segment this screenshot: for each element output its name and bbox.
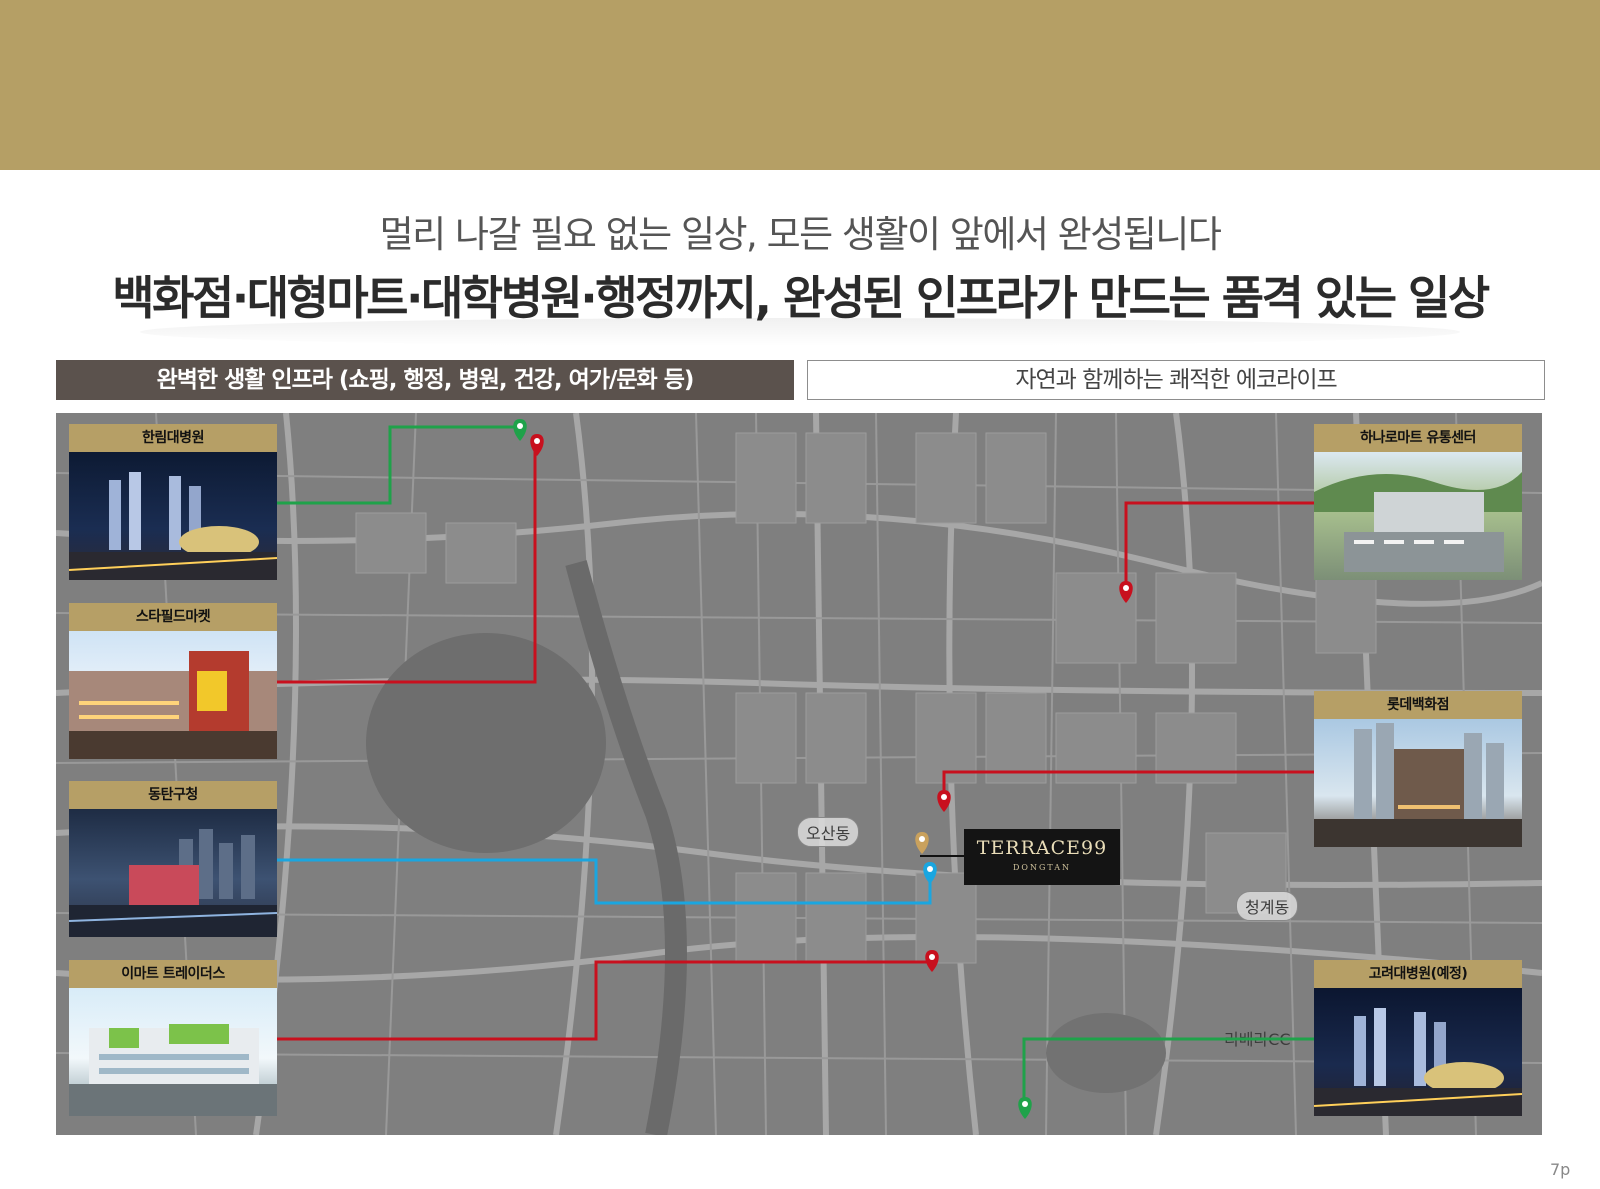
tab-eco-life[interactable]: 자연과 함께하는 쾌적한 에코라이프 [807, 360, 1545, 400]
card-label: 이마트 트레이더스 [69, 960, 277, 988]
card-label: 하나로마트 유통센터 [1314, 424, 1522, 452]
korea-univ-photo [1314, 988, 1522, 1116]
card-label: 롯데백화점 [1314, 691, 1522, 719]
card-emart-traders[interactable]: 이마트 트레이더스 [69, 960, 277, 1116]
tab-living-infra[interactable]: 완벽한 생활 인프라 (쇼핑, 행정, 병원, 건강, 여가/문화 등) [56, 360, 794, 400]
top-banner [0, 0, 1600, 170]
card-dongtan-office[interactable]: 동탄구청 [69, 781, 277, 937]
hallym-photo [69, 452, 277, 580]
starfield-photo [69, 631, 277, 759]
card-lotte-department[interactable]: 롯데백화점 [1314, 691, 1522, 847]
terrace99-marker: TERRACE99 DONGTAN [964, 829, 1120, 885]
dongtan-office-photo [69, 809, 277, 937]
card-label: 동탄구청 [69, 781, 277, 809]
card-label: 고려대병원(예정) [1314, 960, 1522, 988]
hanaro-photo [1314, 452, 1522, 580]
map-label-riviera: 리베라CC [1224, 1030, 1291, 1049]
title-shadow [140, 318, 1460, 346]
page-number: 7p [1550, 1160, 1571, 1179]
lotte-photo [1314, 719, 1522, 847]
card-hallym-hospital[interactable]: 한림대병원 [69, 424, 277, 580]
map-label-cheonggye: 청계동 [1236, 891, 1299, 921]
card-label: 한림대병원 [69, 424, 277, 452]
emart-photo [69, 988, 277, 1116]
card-starfield-market[interactable]: 스타필드마켓 [69, 603, 277, 759]
card-label: 스타필드마켓 [69, 603, 277, 631]
card-korea-univ-hospital[interactable]: 고려대병원(예정) [1314, 960, 1522, 1116]
terrace99-sub: DONGTAN [1012, 863, 1072, 872]
page-subtitle: 멀리 나갈 필요 없는 일상, 모든 생활이 앞에서 완성됩니다 [379, 213, 1222, 256]
map-label-osan: 오산동 [797, 817, 860, 847]
terrace99-name: TERRACE99 [976, 837, 1108, 859]
card-hanaro-mart[interactable]: 하나로마트 유통센터 [1314, 424, 1522, 580]
